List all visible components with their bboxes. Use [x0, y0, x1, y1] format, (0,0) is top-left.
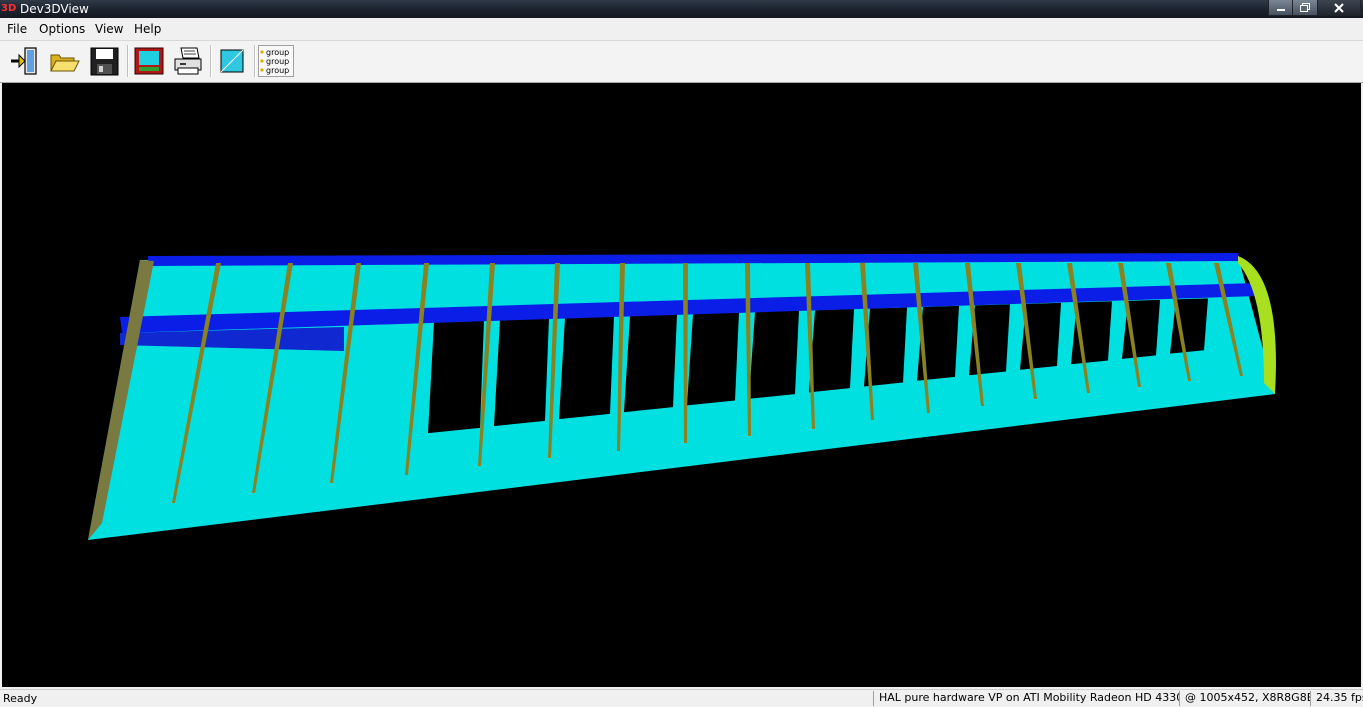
wing-bay [749, 310, 799, 399]
toolbar: group group group [0, 41, 1363, 83]
display-button[interactable] [131, 44, 167, 78]
app-icon: 3D [1, 3, 17, 14]
menu-help[interactable]: Help [134, 22, 161, 36]
group-label: group [266, 57, 289, 66]
wing-bay [428, 320, 484, 434]
status-fps: 24.35 fps [1310, 691, 1363, 706]
wing-bay [559, 316, 614, 420]
status-mode: @ 1005x452, X8R8G8B8 [1179, 691, 1310, 706]
exit-button[interactable] [6, 44, 42, 78]
wing-bay [494, 318, 549, 427]
title-bar[interactable]: 3D Dev3DView [0, 0, 1363, 18]
wing-model [88, 253, 1276, 540]
3d-viewport[interactable] [2, 83, 1361, 687]
group-list-icon: group group group [258, 45, 294, 77]
wing-bay [687, 312, 739, 406]
view-mode-button[interactable] [214, 44, 250, 78]
view-mode-icon [220, 49, 244, 73]
status-ready: Ready [3, 692, 38, 705]
toolbar-separator [254, 45, 256, 77]
wing-bay [624, 314, 677, 413]
minimize-icon [1276, 8, 1285, 11]
group-label: group [266, 66, 289, 75]
maximize-icon [1300, 3, 1310, 12]
maximize-button[interactable] [1293, 0, 1318, 16]
app-window: 3D Dev3DView File Options View Help grou… [0, 0, 1363, 707]
menu-file[interactable]: File [7, 22, 27, 36]
wing-bay [809, 309, 854, 393]
close-button[interactable] [1318, 0, 1361, 16]
open-folder-icon [50, 54, 80, 72]
window-title: Dev3DView [20, 2, 89, 16]
save-button[interactable] [86, 44, 122, 78]
printer-icon [174, 47, 202, 75]
minimize-button[interactable] [1268, 0, 1293, 16]
group-label: group [266, 48, 289, 57]
toolbar-separator [127, 45, 129, 77]
monitor-icon [134, 47, 164, 75]
menu-bar: File Options View Help [0, 18, 1363, 41]
status-bar: Ready HAL pure hardware VP on ATI Mobili… [0, 689, 1363, 707]
toolbar-separator [210, 45, 212, 77]
group-list-button[interactable]: group group group [258, 44, 294, 78]
exit-icon [11, 47, 37, 75]
menu-options[interactable]: Options [39, 22, 85, 36]
open-button[interactable] [46, 44, 82, 78]
caption-buttons [1268, 0, 1361, 16]
save-disk-icon [90, 47, 119, 76]
menu-view[interactable]: View [95, 22, 123, 36]
status-device: HAL pure hardware VP on ATI Mobility Rad… [873, 691, 1179, 706]
close-icon [1334, 2, 1344, 13]
print-button[interactable] [170, 44, 206, 78]
